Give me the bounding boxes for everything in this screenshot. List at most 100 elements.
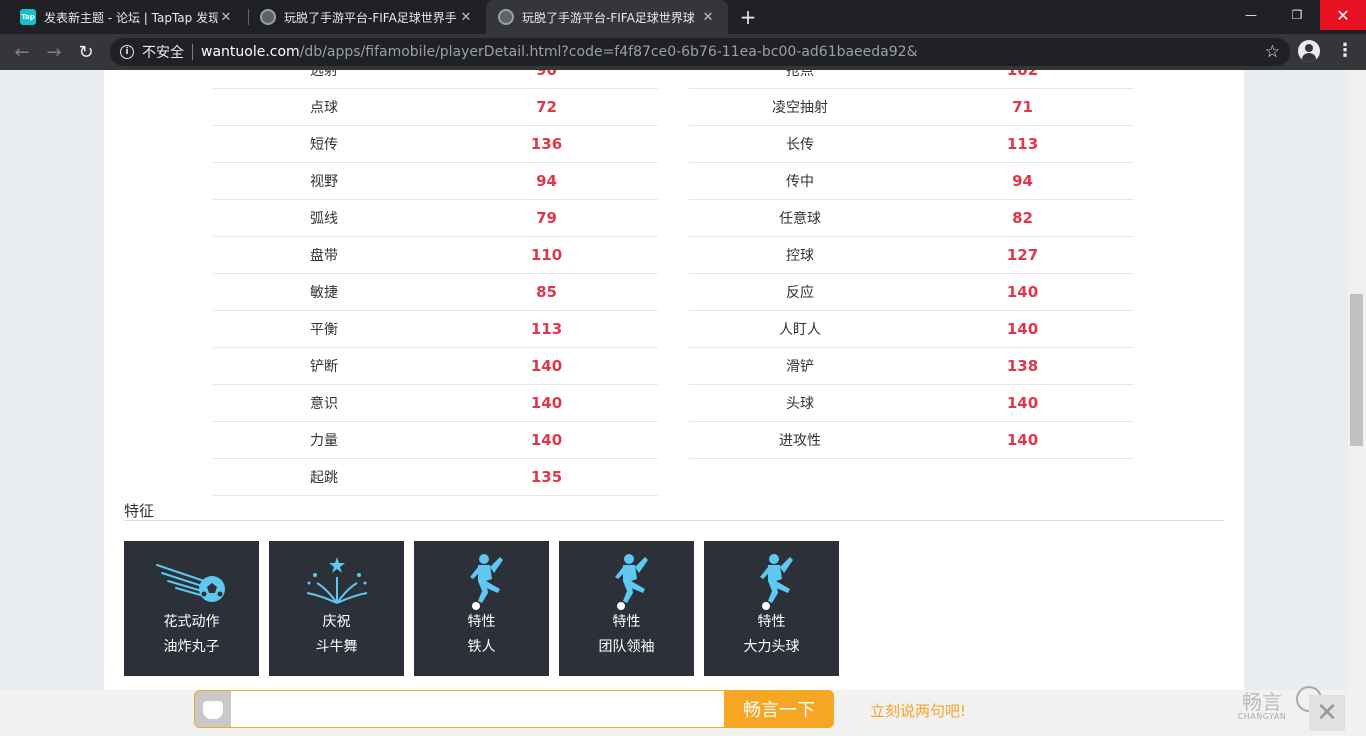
stat-value: 127 xyxy=(1006,246,1039,264)
tab-title: 发表新主题 - 论坛 | TapTap 发现 xyxy=(44,10,218,25)
stat-value: 94 xyxy=(1012,172,1033,190)
stat-value: 102 xyxy=(1006,70,1039,79)
stat-value: 140 xyxy=(530,357,563,375)
trait-card[interactable]: 特性 团队领袖 xyxy=(559,541,694,676)
stat-name: 任意球 xyxy=(779,211,821,227)
stat-name: 铲断 xyxy=(310,359,338,375)
stat-row: 头球 140 xyxy=(689,385,1134,422)
tab-taptap[interactable]: Tap 发表新主题 - 论坛 | TapTap 发现 ✕ xyxy=(8,0,246,34)
stat-name: 起跳 xyxy=(310,470,338,486)
globe-icon xyxy=(260,9,276,25)
stat-row: 短传 136 xyxy=(213,126,658,163)
stat-row: 视野 94 xyxy=(213,163,658,200)
new-tab-button[interactable]: + xyxy=(736,0,760,34)
stat-name: 头球 xyxy=(786,396,814,412)
trait-cards: 花式动作 油炸丸子 庆祝 斗牛舞 特性 铁人 特性 团队领袖 特性 大力头球 xyxy=(124,541,839,676)
url-host: wantuole.com xyxy=(201,44,300,60)
trait-name: 铁人 xyxy=(467,639,496,655)
comment-tagline: 立刻说两句吧! xyxy=(870,702,967,720)
trait-card[interactable]: 特性 铁人 xyxy=(414,541,549,676)
logo-subtext: CHANGYAN xyxy=(1237,712,1287,721)
back-button[interactable]: ← xyxy=(8,38,36,66)
scrollbar-thumb[interactable] xyxy=(1350,294,1363,446)
stat-name: 短传 xyxy=(310,137,338,153)
close-icon[interactable]: ✕ xyxy=(458,10,474,25)
stat-row: 反应 140 xyxy=(689,274,1134,311)
browser-tab-strip: Tap 发表新主题 - 论坛 | TapTap 发现 ✕ 玩脱了手游平台-FIF… xyxy=(0,0,1366,34)
stat-row: 滑铲 138 xyxy=(689,348,1134,385)
comment-submit-button[interactable]: 畅言一下 xyxy=(724,690,834,728)
forward-button[interactable]: → xyxy=(40,38,68,66)
stat-name: 人盯人 xyxy=(779,322,821,338)
trait-category: 特性 xyxy=(612,614,641,630)
stat-value: 113 xyxy=(530,320,563,338)
stat-row: 远射 90 xyxy=(213,70,658,89)
section-divider xyxy=(124,520,1224,521)
comment-close-icon[interactable]: ✕ xyxy=(1309,695,1345,731)
tab-fifa-2[interactable]: 玩脱了手游平台-FIFA足球世界球 ✕ xyxy=(486,0,728,34)
url-path: /db/apps/fifamobile/playerDetail.html?co… xyxy=(299,44,918,60)
stat-row: 传中 94 xyxy=(689,163,1134,200)
stat-row: 意识 140 xyxy=(213,385,658,422)
trait-card[interactable]: 特性 大力头球 xyxy=(704,541,839,676)
stat-name: 进攻性 xyxy=(779,433,821,449)
stat-name: 视野 xyxy=(310,174,338,190)
close-icon[interactable]: ✕ xyxy=(218,10,234,25)
stat-name: 力量 xyxy=(310,433,338,449)
stat-name: 点球 xyxy=(310,100,338,116)
player-kick-icon xyxy=(442,541,522,610)
traits-section-title: 特征 xyxy=(124,502,155,520)
trait-category: 庆祝 xyxy=(322,614,351,630)
globe-icon xyxy=(498,9,514,25)
close-icon[interactable]: ✕ xyxy=(700,10,716,25)
user-avatar[interactable] xyxy=(195,691,231,727)
stat-row: 长传 113 xyxy=(689,126,1134,163)
stat-name: 控球 xyxy=(786,248,814,264)
trait-card[interactable]: 庆祝 斗牛舞 xyxy=(269,541,404,676)
tab-title: 玩脱了手游平台-FIFA足球世界手 xyxy=(284,10,457,25)
stat-name: 传中 xyxy=(786,174,814,190)
stat-name: 盘带 xyxy=(310,248,338,264)
page-scrollbar[interactable] xyxy=(1348,70,1366,736)
profile-avatar-icon[interactable] xyxy=(1298,40,1320,62)
stat-row: 任意球 82 xyxy=(689,200,1134,237)
window-close-button[interactable]: ✕ xyxy=(1320,0,1366,30)
trait-name: 斗牛舞 xyxy=(315,639,358,655)
stat-name: 凌空抽射 xyxy=(772,100,828,116)
stat-name: 弧线 xyxy=(310,211,338,227)
stat-value: 90 xyxy=(536,70,557,79)
stat-value: 136 xyxy=(530,135,563,153)
stat-value: 140 xyxy=(530,394,563,412)
tab-fifa-1[interactable]: 玩脱了手游平台-FIFA足球世界手 ✕ xyxy=(248,0,486,34)
bookmark-star-icon[interactable]: ☆ xyxy=(1265,42,1280,62)
reload-button[interactable]: ↻ xyxy=(72,38,100,66)
stat-name: 平衡 xyxy=(310,322,338,338)
stat-name: 滑铲 xyxy=(786,359,814,375)
stat-row: 铲断 140 xyxy=(213,348,658,385)
taptap-icon: Tap xyxy=(20,9,36,25)
stat-row: 进攻性 140 xyxy=(689,422,1134,459)
stat-value: 138 xyxy=(1006,357,1039,375)
fireworks-icon xyxy=(297,541,377,605)
trait-card[interactable]: 花式动作 油炸丸子 xyxy=(124,541,259,676)
stat-name: 意识 xyxy=(310,396,338,412)
stat-row: 力量 140 xyxy=(213,422,658,459)
stat-value: 140 xyxy=(1006,283,1039,301)
trait-category: 特性 xyxy=(757,614,786,630)
info-icon[interactable]: i xyxy=(120,45,134,59)
logo-text: 畅言 xyxy=(1242,690,1282,714)
restore-button[interactable]: ❐ xyxy=(1274,0,1320,30)
security-label[interactable]: 不安全 xyxy=(142,42,184,62)
trait-category: 花式动作 xyxy=(163,614,220,630)
address-bar[interactable]: i 不安全 wantuole.com/db/apps/fifamobile/pl… xyxy=(110,38,1290,66)
comment-input[interactable] xyxy=(231,691,721,727)
stat-value: 135 xyxy=(530,468,563,486)
main-content: 远射 90 点球 72 短传 136 视野 94 弧线 79 盘带 110 敏捷 85 平衡 113 铲断 140… xyxy=(104,70,1244,736)
stat-row: 弧线 79 xyxy=(213,200,658,237)
minimize-button[interactable]: — xyxy=(1228,0,1274,30)
stat-value: 140 xyxy=(530,431,563,449)
stat-row: 平衡 113 xyxy=(213,311,658,348)
trait-category: 特性 xyxy=(467,614,496,630)
more-menu-icon[interactable]: ⋮ xyxy=(1336,40,1354,62)
trait-name: 大力头球 xyxy=(743,639,800,655)
